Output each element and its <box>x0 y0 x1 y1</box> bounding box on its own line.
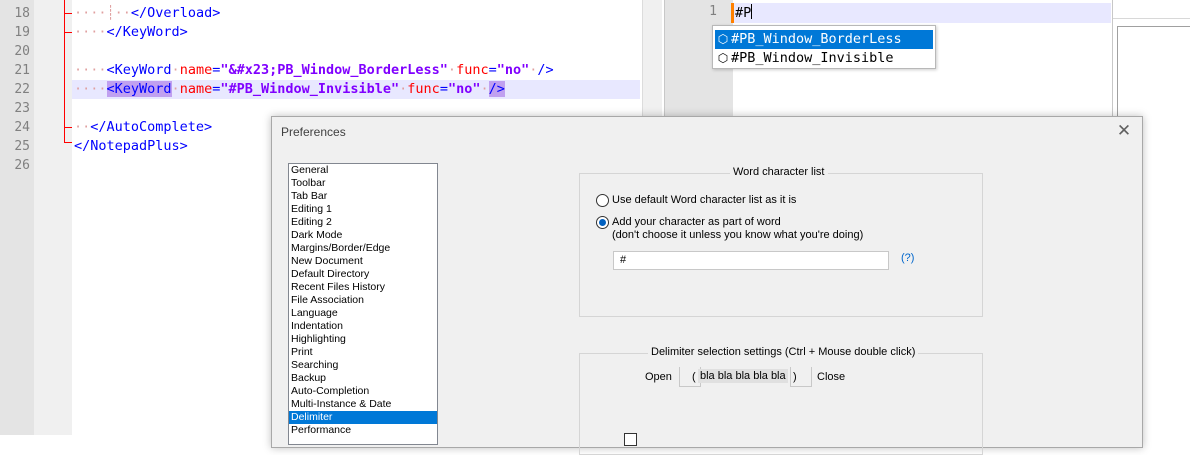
category-item-auto-completion[interactable]: Auto-Completion <box>289 385 437 398</box>
category-item-toolbar[interactable]: Toolbar <box>289 177 437 190</box>
group-title: Delimiter selection settings (Ctrl + Mou… <box>648 346 919 358</box>
panel-divider <box>1113 18 1190 19</box>
closing-tag: </Overload> <box>130 5 221 21</box>
radio-label: Use default Word character list as it is <box>612 194 797 206</box>
category-item-recent-files[interactable]: Recent Files History <box>289 281 437 294</box>
change-marker <box>731 3 734 23</box>
preferences-dialog[interactable]: Preferences ✕ General Toolbar Tab Bar Ed… <box>271 116 1143 455</box>
line-number: 24 <box>14 120 30 135</box>
autocomplete-label: #PB_Window_BorderLess <box>731 31 902 47</box>
equals-sign: = <box>439 81 448 97</box>
line-number: 26 <box>14 158 30 173</box>
tag-close-selected: /> <box>488 81 505 97</box>
delimiter-sample: bla bla bla bla bla <box>698 369 788 383</box>
fold-tick <box>64 13 72 14</box>
code-line-21[interactable]: ····<KeyWord·name="&#x23;PB_Window_Borde… <box>74 61 554 80</box>
line-number: 18 <box>14 6 30 21</box>
category-item-default-directory[interactable]: Default Directory <box>289 268 437 281</box>
closing-tag: </KeyWord> <box>106 24 188 40</box>
attr-name: name <box>179 81 213 97</box>
category-item-margins[interactable]: Margins/Border/Edge <box>289 242 437 255</box>
category-item-general[interactable]: General <box>289 164 437 177</box>
line-number: 23 <box>14 101 30 116</box>
open-delimiter-value: ( <box>692 371 696 383</box>
category-item-backup[interactable]: Backup <box>289 372 437 385</box>
text-caret <box>751 4 753 19</box>
category-item-print[interactable]: Print <box>289 346 437 359</box>
category-item-dark-mode[interactable]: Dark Mode <box>289 229 437 242</box>
category-item-file-association[interactable]: File Association <box>289 294 437 307</box>
cube-icon: ⬡ <box>717 32 729 46</box>
category-item-delimiter[interactable]: Delimiter <box>289 411 437 424</box>
dialog-titlebar[interactable]: Preferences ✕ <box>272 117 1142 147</box>
line-number: 20 <box>14 44 30 59</box>
radio-custom-word-chars[interactable] <box>596 216 609 229</box>
line-number: 19 <box>14 25 30 40</box>
category-item-searching[interactable]: Searching <box>289 359 437 372</box>
category-item-new-document[interactable]: New Document <box>289 255 437 268</box>
code-line-18[interactable]: ····┊··</Overload> <box>74 4 220 23</box>
autocomplete-item-invisible[interactable]: ⬡ #PB_Window_Invisible <box>715 49 933 68</box>
equals-sign: = <box>488 62 497 78</box>
help-link[interactable]: (?) <box>901 252 914 264</box>
word-char-input[interactable]: # <box>613 251 889 270</box>
fold-tick <box>64 32 72 33</box>
category-item-editing-1[interactable]: Editing 1 <box>289 203 437 216</box>
attr-func: func <box>456 62 489 78</box>
autocomplete-label: #PB_Window_Invisible <box>731 50 894 66</box>
category-item-tab-bar[interactable]: Tab Bar <box>289 190 437 203</box>
category-item-performance[interactable]: Performance <box>289 424 437 437</box>
close-delimiter-value: ) <box>793 371 797 383</box>
category-item-multi-instance[interactable]: Multi-Instance & Date <box>289 398 437 411</box>
fold-tick <box>64 142 72 143</box>
autocomplete-item-borderless[interactable]: ⬡ #PB_Window_BorderLess <box>715 30 933 49</box>
editor-text[interactable]: #P <box>735 4 753 21</box>
fold-margin[interactable] <box>34 0 72 435</box>
close-label: Close <box>817 371 846 383</box>
code-line-24[interactable]: ··</AutoComplete> <box>74 118 212 137</box>
autocomplete-popup[interactable]: ⬡ #PB_Window_BorderLess ⬡ #PB_Window_Invis… <box>712 25 936 69</box>
attr-value: "&#x23;PB_Window_BorderLess" <box>220 62 448 78</box>
line-number: 22 <box>14 82 30 97</box>
open-label: Open <box>645 371 672 383</box>
tag-open-selected: <KeyWord <box>106 81 172 97</box>
radio-default-word-chars[interactable] <box>596 194 609 207</box>
panel-border <box>1117 26 1190 27</box>
line-number: 1 <box>709 4 717 19</box>
closing-tag: </AutoComplete> <box>90 119 213 135</box>
attr-value: "no" <box>447 81 481 97</box>
category-item-editing-2[interactable]: Editing 2 <box>289 216 437 229</box>
close-icon[interactable]: ✕ <box>1114 121 1134 141</box>
attr-func: func <box>407 81 440 97</box>
tag-close: /> <box>537 62 554 78</box>
typed-text: #P <box>735 5 752 21</box>
code-line-22[interactable]: ····<KeyWord·name="#PB_Window_Invisible"… <box>74 80 505 99</box>
fold-line <box>64 0 65 142</box>
category-item-highlighting[interactable]: Highlighting <box>289 333 437 346</box>
category-item-language[interactable]: Language <box>289 307 437 320</box>
attr-value: "#PB_Window_Invisible" <box>220 81 400 97</box>
fold-tick <box>64 127 72 128</box>
closing-tag: </NotepadPlus> <box>74 138 188 154</box>
line-number: 21 <box>14 63 30 78</box>
code-line-19[interactable]: ····</KeyWord> <box>74 23 188 42</box>
code-line-25[interactable]: </NotepadPlus> <box>74 137 188 156</box>
line-number: 25 <box>14 139 30 154</box>
category-item-indentation[interactable]: Indentation <box>289 320 437 333</box>
current-line-highlight <box>733 3 1111 23</box>
cube-icon: ⬡ <box>717 51 729 65</box>
attr-name: name <box>179 62 213 78</box>
attr-value: "no" <box>496 62 530 78</box>
radio-label: Add your character as part of word <box>612 216 781 228</box>
category-list[interactable]: General Toolbar Tab Bar Editing 1 Editin… <box>288 163 438 445</box>
group-title: Word character list <box>730 166 828 178</box>
radio-note: (don't choose it unless you know what yo… <box>612 229 864 241</box>
line-number-gutter: 18 19 20 21 22 23 24 25 26 <box>0 0 34 435</box>
tag-open: <KeyWord <box>106 62 172 78</box>
dialog-title: Preferences <box>281 125 346 139</box>
